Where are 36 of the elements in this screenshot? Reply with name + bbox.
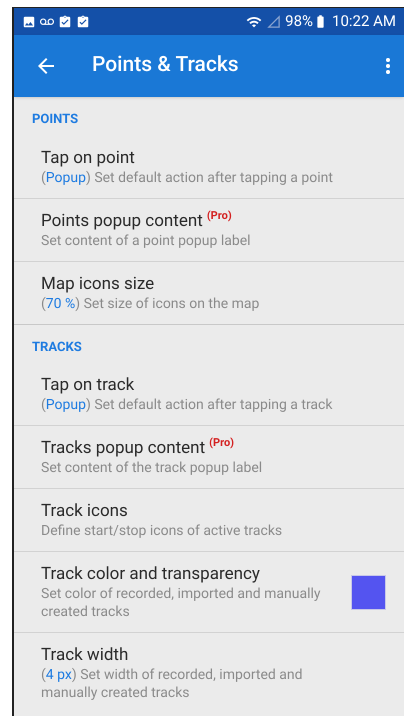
setting-title: Points popup content — [41, 210, 203, 232]
setting-title: Tracks popup content — [41, 437, 206, 459]
clipboard-icon — [58, 14, 72, 28]
setting-row[interactable]: Tap on track (Popup) Set default action after tapping a track — [14, 363, 404, 426]
section-header: POINTS — [31, 111, 80, 129]
clipboard-icon — [76, 14, 90, 28]
setting-title: Tap on track — [41, 374, 134, 396]
setting-row[interactable]: Points popup content (Pro) Set content of a point popup label — [14, 198, 404, 262]
setting-summary: Define start/stop icons of active tracks — [41, 522, 284, 540]
setting-row[interactable]: Track width (4 px) Set width of recorded, imported and manually created tracks — [14, 633, 404, 713]
setting-title: Tap on point — [41, 146, 135, 168]
battery-percent: 98% — [285, 11, 314, 32]
setting-summary: (Popup) Set default action after tapping a track — [41, 396, 334, 414]
setting-summary: (70 %) Set size of icons on the map — [41, 294, 260, 312]
image-icon — [22, 14, 36, 28]
more-icon — [386, 58, 390, 74]
setting-row[interactable]: Track icons Define start/stop icons of active tracks — [14, 489, 404, 552]
signal-icon — [266, 14, 282, 29]
setting-row[interactable]: Tracks popup content (Pro) Set content of the track popup label — [14, 426, 404, 489]
setting-title: Track color and transparency — [41, 563, 260, 585]
setting-title: Track icons — [41, 500, 128, 522]
setting-title: Track width — [41, 644, 128, 666]
setting-row[interactable]: Track color and transparency Set color of recorded, imported and manually created tracks — [14, 552, 404, 633]
pro-label: (Pro) — [206, 210, 232, 222]
setting-summary: Set content of the track popup label — [41, 459, 264, 477]
setting-summary: Set content of a point popup label — [41, 232, 252, 250]
screen-title: Points & Tracks — [92, 52, 240, 80]
clock-time: 10:22 AM — [332, 11, 396, 32]
setting-title: Map icons size — [41, 272, 154, 294]
section-header: TRACKS — [31, 338, 83, 356]
setting-summary: (4 px) Set width of recorded, imported and manually created tracks — [41, 666, 304, 702]
setting-row[interactable]: Tap on point (Popup) Set default action after tapping a point — [14, 136, 404, 198]
setting-summary: Set color of recorded, imported and manually created tracks — [41, 585, 322, 621]
setting-row[interactable]: Map icons size (70 %) Set size of icons on the map — [14, 262, 404, 324]
pro-label: (Pro) — [209, 437, 234, 449]
setting-summary: (Popup) Set default action after tapping a point — [41, 168, 334, 186]
